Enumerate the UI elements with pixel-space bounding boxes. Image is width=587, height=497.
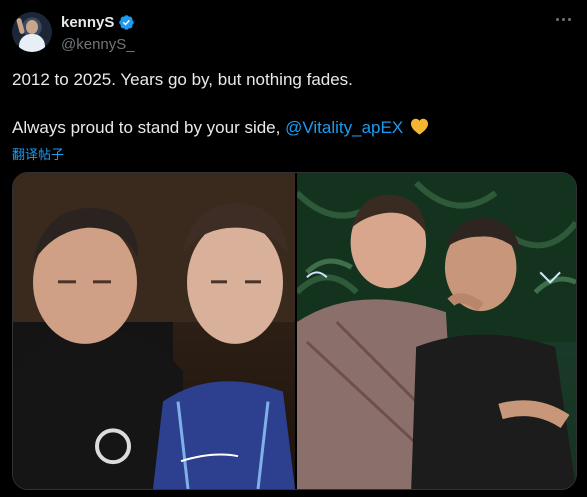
more-options-icon[interactable] [552, 14, 575, 25]
photo-2025-illustration [297, 173, 576, 489]
photo-2012[interactable] [13, 173, 295, 489]
avatar[interactable] [12, 12, 52, 52]
author-handle[interactable]: @kennyS_ [61, 36, 135, 53]
yellow-heart-emoji-icon [410, 118, 428, 135]
photo-2025[interactable] [297, 173, 576, 489]
author-row: kennyS [61, 14, 135, 31]
tweet-text-line-1: 2012 to 2025. Years go by, but nothing f… [12, 70, 353, 89]
photo-2012-illustration [13, 173, 295, 489]
mention-link[interactable]: @Vitality_apEX [285, 118, 403, 137]
verified-badge-icon [119, 15, 135, 30]
tweet-text-prefix: Always proud to stand by your side, [12, 118, 286, 137]
translate-post-link[interactable]: 翻译帖子 [12, 144, 64, 163]
tweet-text-line-2: Always proud to stand by your side, @Vit… [12, 118, 429, 138]
media-grid [12, 172, 577, 490]
display-name[interactable]: kennyS [61, 14, 114, 31]
